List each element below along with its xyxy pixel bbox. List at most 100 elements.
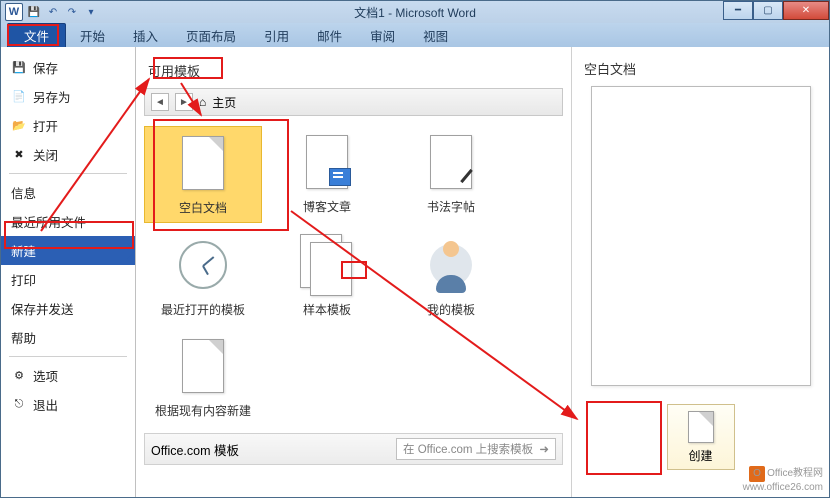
main-panel: 可用模板 ◄ ► ⌂ 主页 空白文档 博客文章	[136, 47, 829, 497]
template-my-templates[interactable]: 我的模板	[392, 229, 510, 324]
minimize-button[interactable]: ━	[723, 1, 753, 20]
search-go-icon[interactable]: ➜	[539, 442, 549, 456]
options-icon: ⚙	[11, 368, 27, 384]
app-window: W 💾 ↶ ↷ ▾ 文档1 - Microsoft Word ━ ▢ ✕ 文件 …	[0, 0, 830, 498]
from-existing-icon	[173, 336, 233, 396]
tab-home[interactable]: 开始	[66, 23, 119, 48]
template-label: 书法字帖	[394, 198, 508, 215]
template-sample[interactable]: 样本模板	[268, 229, 386, 324]
redo-icon[interactable]: ↷	[64, 4, 80, 20]
save-icon: 💾	[11, 60, 27, 76]
close-button[interactable]: ✕	[783, 1, 829, 20]
label: 信息	[11, 183, 36, 202]
template-grid: 空白文档 博客文章 书法字帖 最近打开的模板	[144, 126, 563, 425]
tab-view[interactable]: 视图	[409, 23, 462, 48]
watermark-logo-icon: O	[749, 466, 765, 482]
exit-icon: ⎋	[11, 397, 27, 413]
sidebar-item-options[interactable]: ⚙ 选项	[1, 361, 135, 390]
tab-references[interactable]: 引用	[250, 23, 303, 48]
watermark: OOffice教程网 www.office26.com	[743, 464, 823, 493]
create-icon	[688, 411, 714, 443]
tab-file[interactable]: 文件	[7, 23, 66, 48]
sidebar-item-help[interactable]: 帮助	[1, 323, 135, 352]
blog-icon	[297, 132, 357, 192]
create-label: 创建	[688, 447, 712, 464]
section-officecom: Office.com 模板 在 Office.com 上搜索模板 ➜	[144, 433, 563, 465]
tab-review[interactable]: 审阅	[356, 23, 409, 48]
template-label: 我的模板	[394, 301, 508, 318]
template-from-existing[interactable]: 根据现有内容新建	[144, 330, 262, 425]
template-blog-post[interactable]: 博客文章	[268, 126, 386, 223]
breadcrumb-home[interactable]: 主页	[212, 94, 236, 111]
divider	[9, 356, 127, 357]
sidebar-item-recent[interactable]: 最近所用文件	[1, 207, 135, 236]
sidebar-item-info[interactable]: 信息	[1, 178, 135, 207]
label: 选项	[33, 366, 58, 385]
officecom-label: Office.com 模板	[151, 440, 239, 459]
search-templates-input[interactable]: 在 Office.com 上搜索模板 ➜	[396, 438, 556, 460]
sidebar-item-save[interactable]: 💾 保存	[1, 53, 135, 82]
label: 关闭	[33, 145, 58, 164]
sidebar-item-new[interactable]: 新建	[1, 236, 135, 265]
template-label: 样本模板	[270, 301, 384, 318]
tab-layout[interactable]: 页面布局	[172, 23, 250, 48]
template-calligraphy[interactable]: 书法字帖	[392, 126, 510, 223]
template-label: 博客文章	[270, 198, 384, 215]
sidebar-item-close[interactable]: ✖ 关闭	[1, 140, 135, 169]
sidebar: 💾 保存 📄 另存为 📂 打开 ✖ 关闭 信息 最近所用文件 新建 打印 保存并发送 帮…	[1, 47, 136, 497]
label: 另存为	[33, 87, 71, 106]
create-button[interactable]: 创建	[667, 404, 735, 470]
quick-access-toolbar: W 💾 ↶ ↷ ▾	[1, 3, 99, 21]
forward-button[interactable]: ►	[175, 93, 193, 111]
my-templates-icon	[421, 235, 481, 295]
watermark-url: www.office26.com	[743, 482, 823, 493]
undo-icon[interactable]: ↶	[45, 4, 61, 20]
label: 打开	[33, 116, 58, 135]
backstage-view: 💾 保存 📄 另存为 📂 打开 ✖ 关闭 信息 最近所用文件 新建 打印 保存并发送 帮…	[1, 47, 829, 497]
save-icon[interactable]: 💾	[26, 4, 42, 20]
calligraphy-icon	[421, 132, 481, 192]
blank-doc-icon	[173, 133, 233, 193]
qat-dropdown-icon[interactable]: ▾	[83, 4, 99, 20]
label: 最近所用文件	[11, 212, 86, 231]
label: 打印	[11, 270, 36, 289]
templates-panel: 可用模板 ◄ ► ⌂ 主页 空白文档 博客文章	[136, 47, 571, 497]
template-label: 根据现有内容新建	[146, 402, 260, 419]
back-button[interactable]: ◄	[151, 93, 169, 111]
sidebar-item-print[interactable]: 打印	[1, 265, 135, 294]
preview-panel: 空白文档 创建	[571, 47, 829, 497]
label: 帮助	[11, 328, 36, 347]
tab-mailings[interactable]: 邮件	[303, 23, 356, 48]
divider	[9, 173, 127, 174]
preview-title: 空白文档	[584, 59, 636, 78]
label: 退出	[33, 395, 58, 414]
window-controls: ━ ▢ ✕	[723, 1, 829, 20]
sample-icon	[297, 235, 357, 295]
tab-insert[interactable]: 插入	[119, 23, 172, 48]
close-icon: ✖	[11, 147, 27, 163]
breadcrumb: ◄ ► ⌂ 主页	[144, 88, 563, 116]
template-label: 最近打开的模板	[146, 301, 260, 318]
template-recent[interactable]: 最近打开的模板	[144, 229, 262, 324]
preview-page-thumbnail	[591, 86, 811, 386]
sidebar-item-open[interactable]: 📂 打开	[1, 111, 135, 140]
word-logo-icon: W	[5, 3, 23, 21]
sidebar-item-exit[interactable]: ⎋ 退出	[1, 390, 135, 419]
maximize-button[interactable]: ▢	[753, 1, 783, 20]
sidebar-item-savesend[interactable]: 保存并发送	[1, 294, 135, 323]
template-label: 空白文档	[147, 199, 259, 216]
open-icon: 📂	[11, 118, 27, 134]
search-placeholder: 在 Office.com 上搜索模板	[403, 441, 533, 457]
watermark-brand: Office教程网	[767, 468, 823, 479]
recent-icon	[173, 235, 233, 295]
saveas-icon: 📄	[11, 89, 27, 105]
ribbon-tabs: 文件 开始 插入 页面布局 引用 邮件 审阅 视图	[1, 23, 829, 47]
sidebar-item-saveas[interactable]: 📄 另存为	[1, 82, 135, 111]
label: 保存	[33, 58, 58, 77]
label: 新建	[11, 241, 36, 260]
template-blank-document[interactable]: 空白文档	[144, 126, 262, 223]
label: 保存并发送	[11, 299, 74, 318]
section-available-templates: 可用模板	[144, 57, 563, 88]
home-icon[interactable]: ⌂	[199, 95, 206, 109]
title-bar: W 💾 ↶ ↷ ▾ 文档1 - Microsoft Word ━ ▢ ✕	[1, 1, 829, 23]
